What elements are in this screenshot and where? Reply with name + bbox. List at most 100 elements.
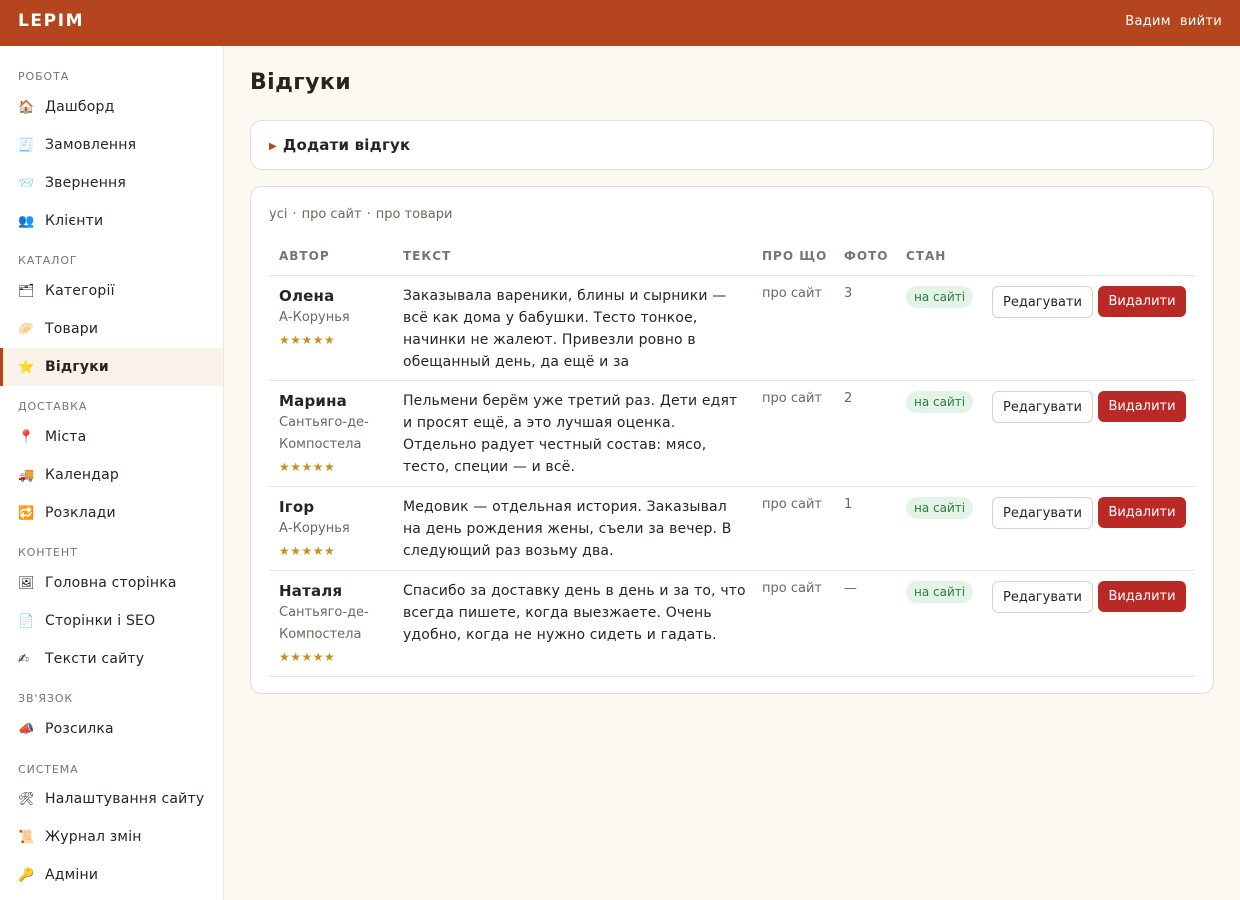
edit-button[interactable]: Редагувати [992, 391, 1093, 423]
col-header-about: ПРО ЩО [762, 249, 828, 263]
scroll-icon: 📜 [18, 829, 35, 845]
sidebar-item[interactable]: 🥟 Товари [0, 310, 223, 348]
delete-button[interactable]: Видалити [1098, 497, 1186, 528]
repeat-icon: 🔁 [18, 505, 35, 521]
sidebar-item[interactable]: 🏠 Дашборд [0, 88, 223, 126]
col-header-author: АВТОР [279, 249, 330, 263]
sidebar-item-label: Адміни [45, 867, 99, 883]
delete-button[interactable]: Видалити [1098, 581, 1186, 612]
filter-all[interactable]: усі [269, 207, 287, 222]
filter-about-site[interactable]: про сайт [302, 207, 362, 222]
edit-button[interactable]: Редагувати [992, 286, 1093, 318]
filter-separator: · [292, 207, 297, 222]
table-row: Наталя Сантьяго-де-Компостела ★★★★★ Спасибо… [251, 571, 1213, 676]
author-city: А-Корунья [279, 521, 350, 536]
photo-count: 1 [844, 497, 853, 512]
user-name[interactable]: Вадим [1125, 14, 1171, 29]
table-row: Олена А-Корунья ★★★★★ Заказывала вареники, … [251, 276, 1213, 380]
edit-button[interactable]: Редагувати [992, 497, 1093, 529]
sidebar-item-label: Товари [45, 321, 99, 337]
sidebar-item-label: Категорії [45, 283, 115, 299]
sidebar-item[interactable]: 📍 Міста [0, 418, 223, 456]
sidebar-section-title: КАТАЛОГ [18, 254, 78, 267]
author-city: Сантьяго-де-Компостела [279, 605, 369, 642]
photo-count: — [844, 581, 857, 596]
sidebar-section-title: ДОСТАВКА [18, 400, 88, 413]
sidebar-item[interactable]: ✍ Тексти сайту [0, 640, 223, 678]
sidebar-item-label: Звернення [45, 175, 127, 191]
sidebar-item[interactable]: 📣 Розсилка [0, 710, 223, 748]
sidebar-item-label: Розклади [45, 505, 116, 521]
review-author: Ігор А-Корунья ★★★★★ [279, 497, 389, 562]
filter-about-products[interactable]: про товари [376, 207, 453, 222]
sidebar-item[interactable]: ⭐ Відгуки [0, 348, 223, 386]
sidebar-item-label: Тексти сайту [45, 651, 145, 667]
status-badge: на сайті [906, 581, 974, 603]
star-rating: ★★★★★ [279, 333, 336, 347]
key-icon: 🔑 [18, 867, 35, 883]
receipt-icon: 🧾 [18, 137, 35, 153]
review-author: Марина Сантьяго-де-Компостела ★★★★★ [279, 391, 389, 478]
review-author: Олена А-Корунья ★★★★★ [279, 286, 389, 351]
sidebar-section-title: КОНТЕНТ [18, 546, 78, 559]
review-about: про сайт [762, 581, 822, 596]
folders-icon: 🗂 [18, 283, 35, 299]
edit-button[interactable]: Редагувати [992, 581, 1093, 613]
page-icon: 📄 [18, 613, 35, 629]
row-divider [269, 676, 1195, 677]
sidebar: РОБОТА 🏠 Дашборд 🧾 Замовлення 📨 Звернення 👥 Кліє… [0, 46, 224, 900]
sidebar-item-label: Клієнти [45, 213, 104, 229]
truck-icon: 🚚 [18, 467, 35, 483]
col-header-photo: ФОТО [844, 249, 889, 263]
sidebar-item-label: Дашборд [45, 99, 115, 115]
delete-button[interactable]: Видалити [1098, 391, 1186, 422]
people-icon: 👥 [18, 213, 35, 229]
user-menu: Вадим вийти [1116, 14, 1222, 29]
delete-button[interactable]: Видалити [1098, 286, 1186, 317]
sidebar-item[interactable]: 🛠 Налаштування сайту [0, 780, 223, 818]
table-row: Ігор А-Корунья ★★★★★ Медовик — отдельная ис… [251, 487, 1213, 570]
review-filters: усі · про сайт · про товари [269, 207, 452, 222]
review-about: про сайт [762, 286, 822, 301]
sidebar-item[interactable]: 📄 Сторінки і SEO [0, 602, 223, 640]
sidebar-section-title: ЗВ'ЯЗОК [18, 692, 74, 705]
photo-count: 3 [844, 286, 853, 301]
sidebar-section-title: СИСТЕМА [18, 763, 79, 776]
author-city: Сантьяго-де-Компостела [279, 415, 369, 452]
sidebar-item[interactable]: 👥 Клієнти [0, 202, 223, 240]
author-name: Марина [279, 392, 347, 410]
review-author: Наталя Сантьяго-де-Компостела ★★★★★ [279, 581, 389, 668]
sidebar-item[interactable]: 📜 Журнал змін [0, 818, 223, 856]
sidebar-item[interactable]: 🗂 Категорії [0, 272, 223, 310]
sidebar-item-label: Календар [45, 467, 119, 483]
status-badge: на сайті [906, 286, 974, 308]
sidebar-item[interactable]: 🖼 Головна сторінка [0, 564, 223, 602]
logo[interactable]: LEPIM [18, 11, 84, 31]
add-review-label: Додати відгук [282, 136, 411, 154]
review-text: Заказывала вареники, блины и сырники — в… [403, 288, 727, 370]
sidebar-item-label: Журнал змін [45, 829, 142, 845]
author-city: А-Корунья [279, 310, 350, 325]
logout-link[interactable]: вийти [1180, 14, 1222, 29]
review-text: Спасибо за доставку день в день и за то,… [403, 583, 746, 643]
sidebar-item-label: Замовлення [45, 137, 137, 153]
sidebar-item-label: Сторінки і SEO [45, 613, 156, 629]
add-review-toggle[interactable]: ▶ Додати відгук [269, 136, 410, 154]
star-icon: ⭐ [18, 359, 35, 375]
sidebar-item[interactable]: 🚚 Календар [0, 456, 223, 494]
sidebar-item[interactable]: 🔁 Розклади [0, 494, 223, 532]
tools-icon: 🛠 [18, 791, 35, 807]
sidebar-item-label: Головна сторінка [45, 575, 177, 591]
review-about: про сайт [762, 391, 822, 406]
sidebar-item[interactable]: 🔑 Адміни [0, 856, 223, 894]
author-name: Наталя [279, 582, 343, 600]
sidebar-item[interactable]: 📨 Звернення [0, 164, 223, 202]
sidebar-item[interactable]: 🧾 Замовлення [0, 126, 223, 164]
dumpling-icon: 🥟 [18, 321, 35, 337]
writing-hand-icon: ✍ [18, 651, 30, 667]
sidebar-item-label: Відгуки [45, 359, 109, 375]
sidebar-item-label: Міста [45, 429, 87, 445]
star-rating: ★★★★★ [279, 460, 336, 474]
megaphone-icon: 📣 [18, 721, 35, 737]
review-text: Пельмени берём уже третий раз. Дети едят… [403, 393, 738, 475]
